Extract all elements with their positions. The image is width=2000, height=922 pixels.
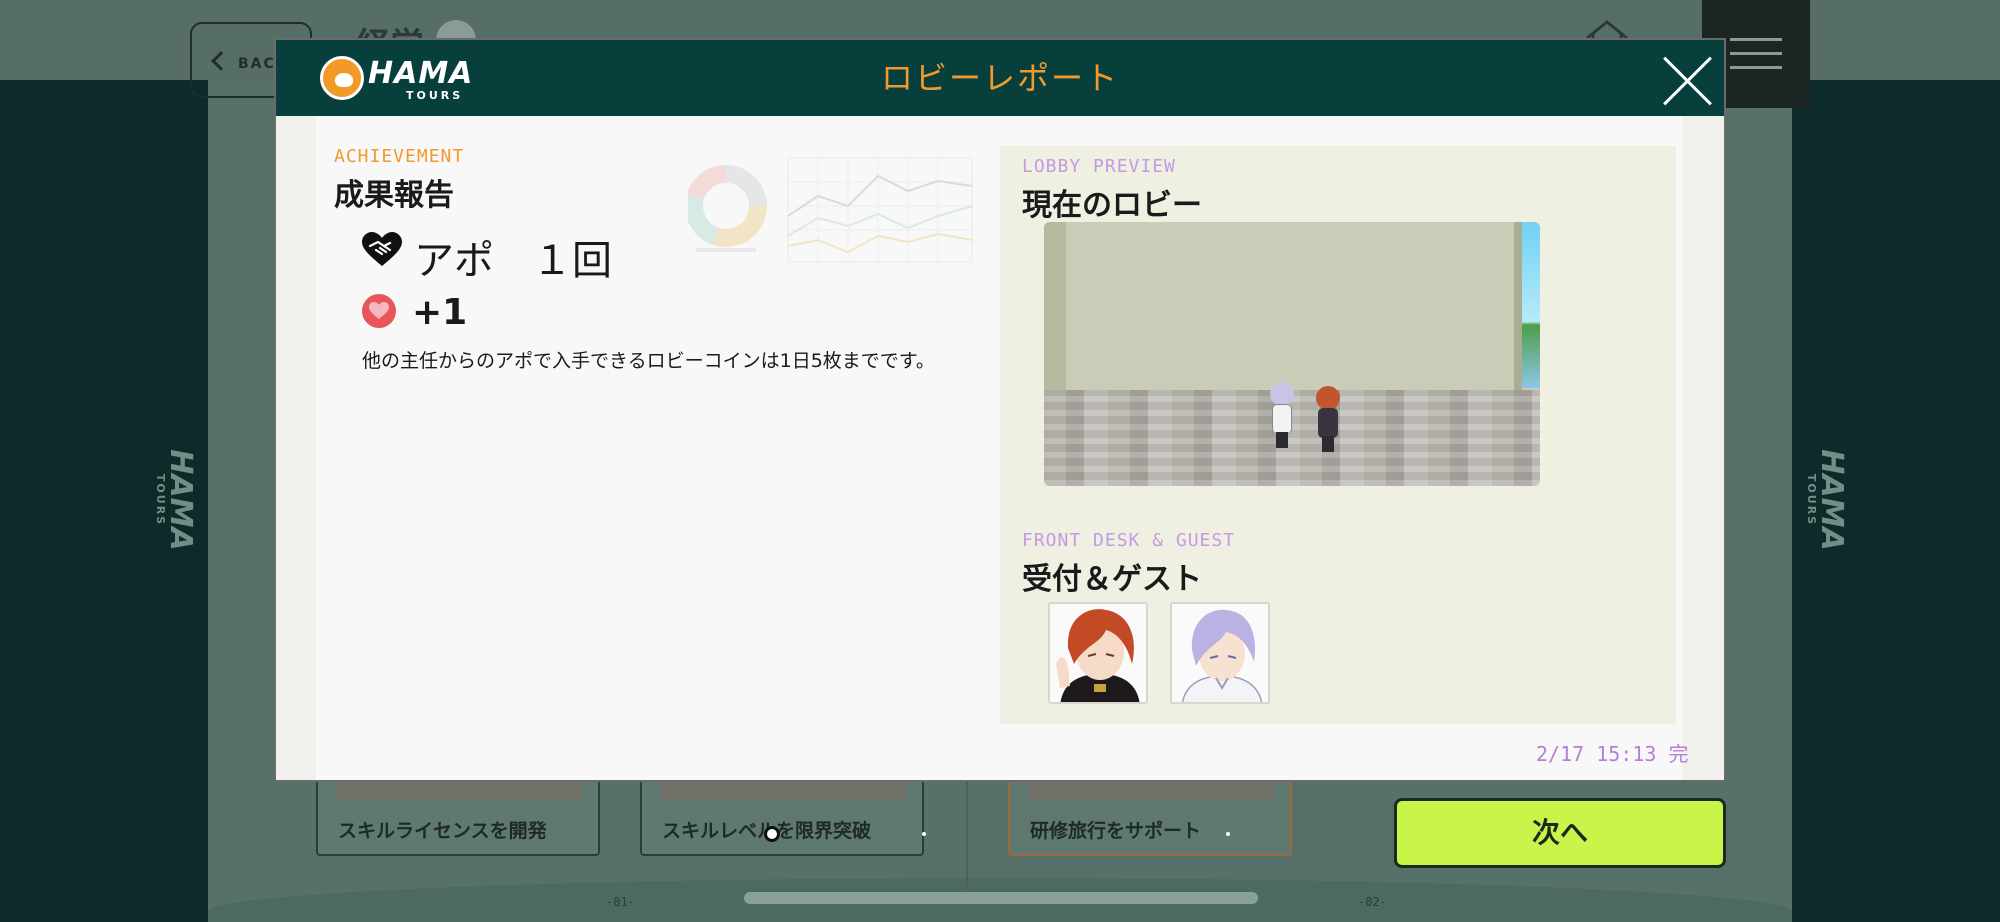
apo-count: １回 <box>532 238 612 284</box>
heart-value: +1 <box>412 292 468 333</box>
decorative-chart-graphic <box>688 157 973 263</box>
next-button[interactable]: 次へ <box>1394 798 1726 868</box>
front-desk-label-en: FRONT DESK & GUEST <box>1022 530 1236 551</box>
coin-limit-note: 他の主任からのアポで入手できるロビーコインは1日5枚までです。 <box>362 350 935 372</box>
lobby-preview-heading: 現在のロビー <box>1022 188 1202 223</box>
lobby-character <box>1314 386 1340 452</box>
avatar[interactable] <box>1170 602 1270 704</box>
mascot-icon <box>320 56 364 100</box>
avatar[interactable] <box>1048 602 1148 704</box>
brand-logo: HAMA TOURS <box>320 54 480 102</box>
page-number: -01- <box>606 895 635 909</box>
modal-title: ロビーレポート <box>880 59 1119 97</box>
close-icon[interactable] <box>1660 52 1716 108</box>
front-desk-heading: 受付＆ゲスト <box>1022 562 1202 597</box>
achievement-label-en: ACHIEVEMENT <box>334 146 465 167</box>
modal-scroll-track[interactable] <box>1690 116 1724 780</box>
handshake-heart-icon <box>362 232 402 266</box>
lobby-character <box>1268 382 1294 448</box>
apo-label: アポ <box>414 238 494 284</box>
lobby-preview-image <box>1044 222 1540 486</box>
side-logo-left: HAMA TOURS <box>154 449 198 551</box>
lobby-panel: LOBBY PREVIEW 現在のロビー FRONT DESK & GUEST … <box>1000 146 1676 724</box>
lobby-report-modal: ロビーレポート HAMA TOURS ACHIEVEMENT 成果報告 アポ １… <box>274 38 1726 782</box>
side-logo-right: HAMA TOURS <box>1805 449 1849 551</box>
pager-dot[interactable] <box>922 832 926 836</box>
completion-timestamp: 2/17 15:13 完了 <box>1536 742 1709 766</box>
horizontal-scrollbar[interactable] <box>744 892 1258 904</box>
page-number: -02- <box>1358 895 1387 909</box>
back-chevron-icon <box>211 51 231 71</box>
achievement-heading: 成果報告 <box>334 178 454 213</box>
pager-dot[interactable] <box>1226 832 1230 836</box>
modal-body: ACHIEVEMENT 成果報告 アポ １回 +1 他の主任からのアポで入手でき… <box>316 116 1708 780</box>
modal-header: ロビーレポート HAMA TOURS <box>276 40 1724 116</box>
lobby-preview-label-en: LOBBY PREVIEW <box>1022 156 1176 177</box>
heart-icon <box>362 294 396 328</box>
pager-dot-active[interactable] <box>764 826 780 842</box>
